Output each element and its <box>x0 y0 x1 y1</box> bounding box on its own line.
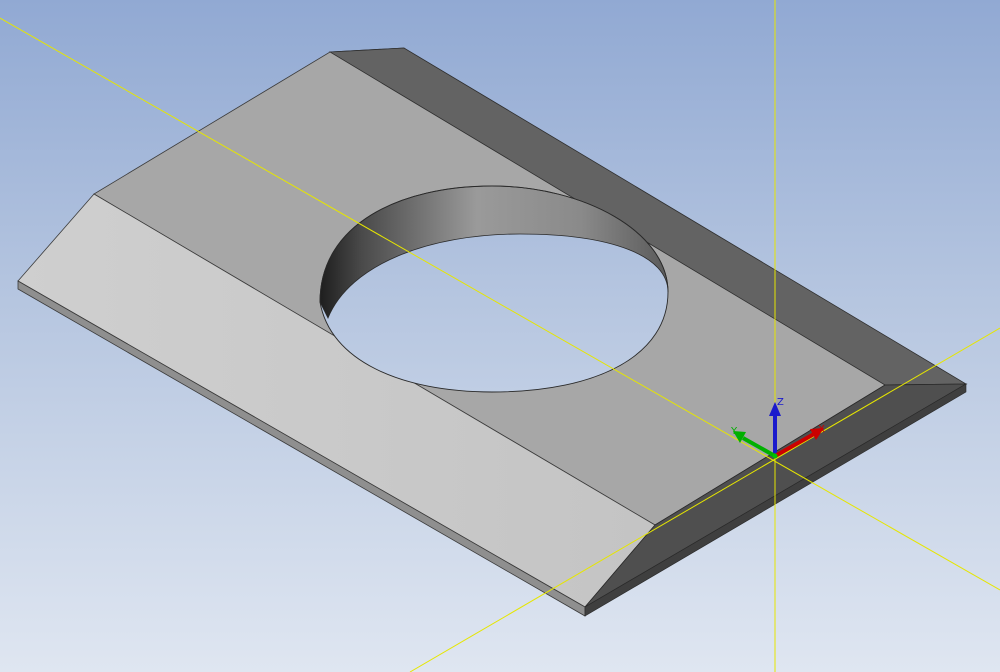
3d-viewport[interactable]: Z X Y <box>0 0 1000 672</box>
z-axis-label: Z <box>777 397 784 408</box>
y-axis-label: Y <box>730 426 738 437</box>
part-body[interactable] <box>17 47 968 617</box>
scene: Z X Y <box>0 0 1000 672</box>
x-axis-label: X <box>818 424 825 435</box>
origin-point <box>772 453 778 459</box>
